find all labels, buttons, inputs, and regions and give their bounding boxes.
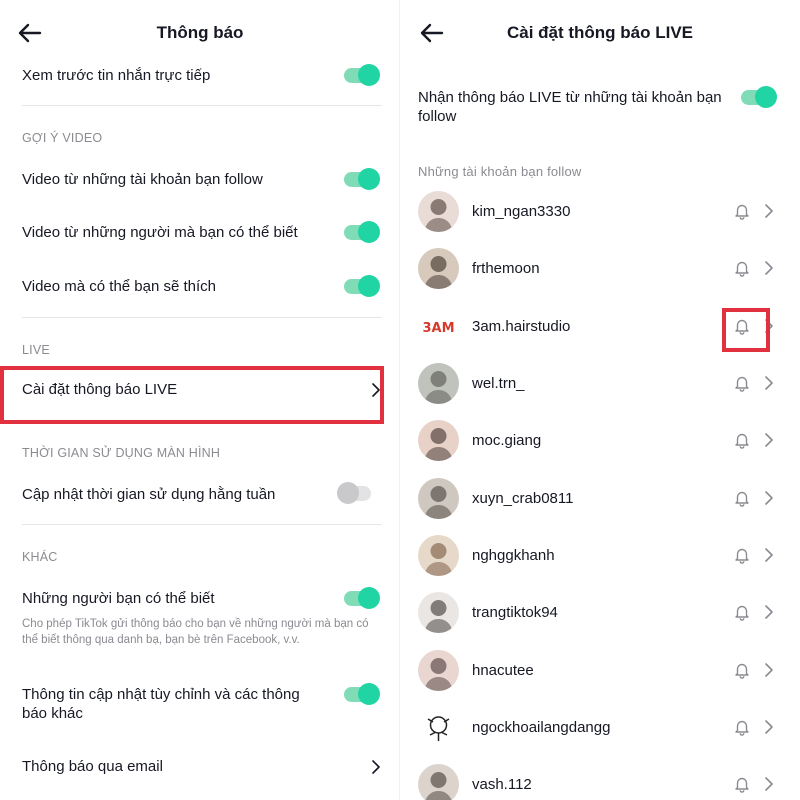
following-accounts-header: Những tài khoản bạn follow xyxy=(418,164,582,179)
avatar xyxy=(418,248,459,289)
account-row[interactable]: nghggkhanh xyxy=(400,535,800,591)
chevron-right-icon xyxy=(764,663,774,677)
video-following-toggle[interactable] xyxy=(344,168,380,190)
chevron-right-icon xyxy=(764,433,774,447)
video-following-label: Video từ những tài khoản bạn follow xyxy=(22,171,263,188)
section-screen-time: THỜI GIAN SỬ DỤNG MÀN HÌNH xyxy=(22,446,221,460)
account-username: kim_ngan3330 xyxy=(472,203,571,220)
bell-icon[interactable] xyxy=(733,775,751,793)
avatar xyxy=(418,420,459,461)
avatar xyxy=(418,535,459,576)
avatar xyxy=(418,363,459,404)
email-notifications-label: Thông báo qua email xyxy=(22,758,163,775)
avatar-logo-text: 3AM xyxy=(422,321,454,336)
chevron-right-icon xyxy=(370,760,382,774)
weekly-screen-time-label: Cập nhật thời gian sử dụng hằng tuần xyxy=(22,486,276,503)
account-username: xuyn_crab0811 xyxy=(472,490,574,507)
account-username: ngockhoailangdangg xyxy=(472,719,611,736)
direct-message-preview-toggle[interactable] xyxy=(344,64,380,86)
account-row[interactable]: kim_ngan3330 xyxy=(400,191,800,247)
bell-icon[interactable] xyxy=(733,546,751,564)
notifications-panel: Thông báo Xem trước tin nhắn trực tiếp G… xyxy=(0,0,400,800)
notifications-header: Thông báo xyxy=(0,0,400,64)
account-row[interactable]: xuyn_crab0811 xyxy=(400,478,800,534)
chevron-right-icon xyxy=(764,777,774,791)
live-settings-label: Cài đặt thông báo LIVE xyxy=(22,381,178,398)
live-notification-settings-panel: Cài đặt thông báo LIVE Nhận thông báo LI… xyxy=(400,0,800,800)
arrow-left-icon xyxy=(420,23,444,43)
chevron-right-icon xyxy=(370,383,382,397)
people-you-may-know-description: Cho phép TikTok gửi thông báo cho bạn về… xyxy=(22,618,369,646)
account-username: moc.giang xyxy=(472,432,542,449)
live-settings-header: Cài đặt thông báo LIVE xyxy=(400,0,800,64)
video-people-you-may-know-label: Video từ những người mà bạn có thể biết xyxy=(22,224,298,241)
video-you-may-like-toggle[interactable] xyxy=(344,275,380,297)
chevron-right-icon xyxy=(764,605,774,619)
bell-icon[interactable] xyxy=(733,718,751,736)
bell-icon[interactable] xyxy=(733,374,751,392)
chevron-right-icon xyxy=(764,720,774,734)
bell-icon[interactable] xyxy=(733,489,751,507)
account-username: nghggkhanh xyxy=(472,547,555,564)
account-row[interactable]: wel.trn_ xyxy=(400,363,800,419)
account-username: trangtiktok94 xyxy=(472,604,558,621)
account-username: wel.trn_ xyxy=(472,375,525,392)
account-username: vash.112 xyxy=(472,776,532,793)
account-row[interactable]: moc.giang xyxy=(400,420,800,476)
chevron-right-icon xyxy=(764,548,774,562)
divider xyxy=(22,105,382,106)
arrow-left-icon xyxy=(18,23,42,43)
back-button[interactable] xyxy=(416,18,446,48)
receive-live-toggle[interactable] xyxy=(741,86,777,108)
chevron-right-icon xyxy=(764,376,774,390)
email-notifications-row[interactable]: Thông báo qua email xyxy=(0,745,386,785)
account-username: hnacutee xyxy=(472,662,534,679)
video-you-may-like-label: Video mà có thể bạn sẽ thích xyxy=(22,278,217,295)
account-username: 3am.hairstudio xyxy=(472,318,571,335)
people-you-may-know-toggle[interactable] xyxy=(344,587,380,609)
avatar xyxy=(418,478,459,519)
account-row[interactable]: frthemoon xyxy=(400,248,800,304)
avatar xyxy=(418,707,459,748)
bell-icon[interactable] xyxy=(733,431,751,449)
account-row[interactable]: 3AM 3am.hairstudio xyxy=(400,306,800,362)
divider xyxy=(22,317,382,318)
custom-updates-label-line2: báo khác xyxy=(22,705,83,722)
account-row[interactable]: trangtiktok94 xyxy=(400,592,800,648)
bell-icon[interactable] xyxy=(733,317,751,335)
account-row[interactable]: ngockhoailangdangg xyxy=(400,707,800,763)
video-people-you-may-know-toggle[interactable] xyxy=(344,221,380,243)
direct-message-preview-label: Xem trước tin nhắn trực tiếp xyxy=(22,67,211,84)
custom-updates-toggle[interactable] xyxy=(344,683,380,705)
avatar xyxy=(418,650,459,691)
receive-live-label-line2: follow xyxy=(418,108,457,125)
section-live: LIVE xyxy=(22,343,50,357)
account-row[interactable]: hnacutee xyxy=(400,650,800,706)
bell-icon[interactable] xyxy=(733,259,751,277)
page-title: Thông báo xyxy=(156,23,244,42)
chevron-right-icon xyxy=(764,204,774,218)
page-title: Cài đặt thông báo LIVE xyxy=(506,23,694,42)
receive-live-label-line1: Nhận thông báo LIVE từ những tài khoản b… xyxy=(418,89,722,106)
avatar xyxy=(418,764,459,800)
account-row[interactable]: vash.112 xyxy=(400,764,800,800)
avatar xyxy=(418,592,459,633)
bell-icon[interactable] xyxy=(733,661,751,679)
chevron-right-icon xyxy=(764,491,774,505)
people-you-may-know-label: Những người bạn có thể biết xyxy=(22,590,215,607)
back-button[interactable] xyxy=(14,18,44,48)
custom-updates-label-line1: Thông tin cập nhật tùy chỉnh và các thôn… xyxy=(22,686,300,703)
bell-icon[interactable] xyxy=(733,202,751,220)
live-settings-row[interactable]: Cài đặt thông báo LIVE xyxy=(0,366,386,424)
section-other: KHÁC xyxy=(22,550,58,564)
account-username: frthemoon xyxy=(472,260,540,277)
avatar: 3AM xyxy=(418,306,459,347)
divider xyxy=(22,524,382,525)
avatar xyxy=(418,191,459,232)
weekly-screen-time-toggle[interactable] xyxy=(337,482,373,504)
bell-icon[interactable] xyxy=(733,603,751,621)
chevron-right-icon xyxy=(764,261,774,275)
section-video-suggestions: GỢI Ý VIDEO xyxy=(22,131,103,145)
chevron-right-icon xyxy=(764,319,774,333)
